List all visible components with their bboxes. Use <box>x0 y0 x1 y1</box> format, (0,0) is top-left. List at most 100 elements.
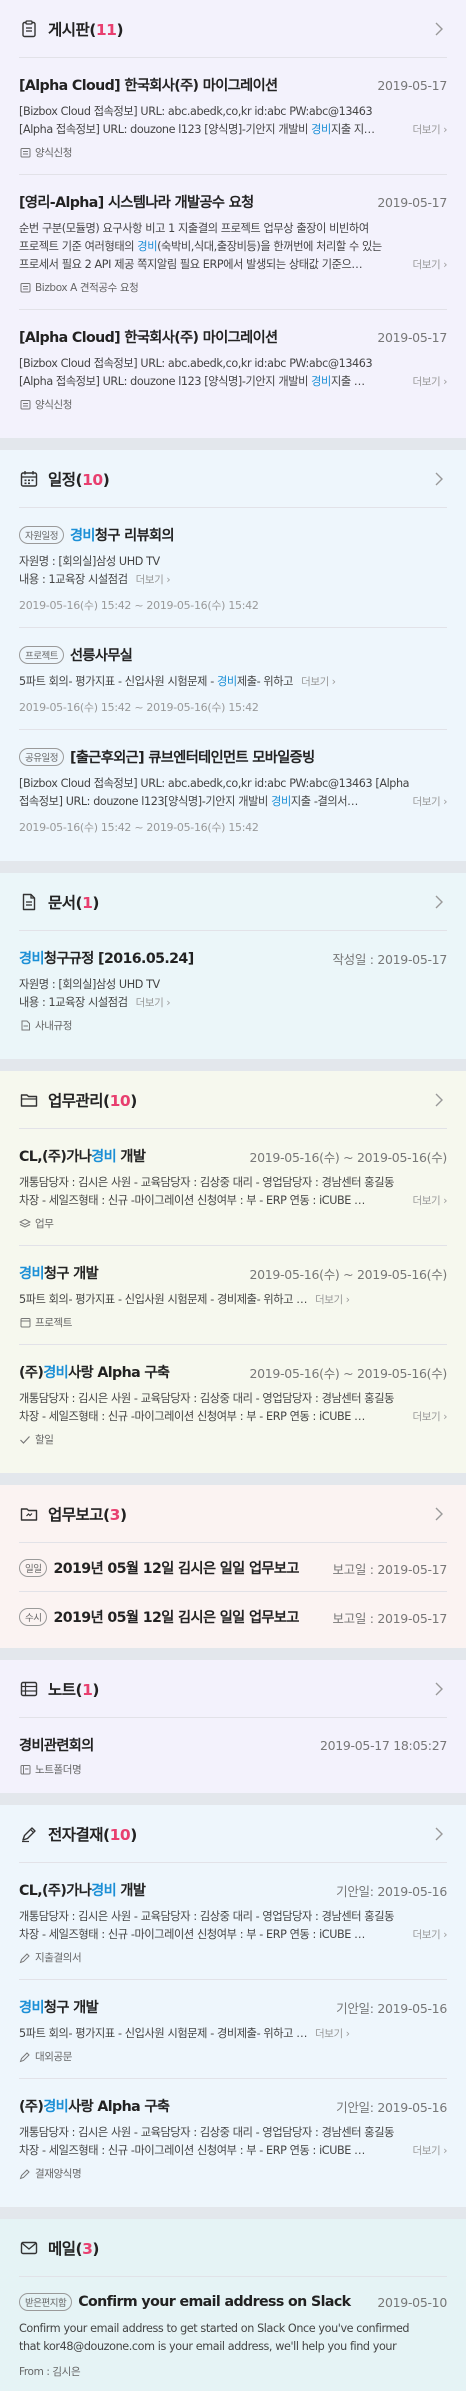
schedule-item[interactable]: 프로젝트 선릉사무실 5파트 회의- 평가지표 - 신입사원 시험문제 - 경비… <box>19 628 447 730</box>
report-item[interactable]: 수시 2019년 05월 12일 김시은 일일 업무보고 보고일 : 2019-… <box>19 1592 447 1636</box>
approval-item[interactable]: CL,(주)가나경비 개발 기안일: 2019-05-16 개통담당자 : 김시… <box>19 1863 447 1980</box>
section-title: 메일(3) <box>48 2239 100 2258</box>
post-category: Bizbox A 견적공수 요청 <box>19 280 447 295</box>
work-snippet: 5파트 회의- 평가지표 - 신입사원 시험문제 - 경비제출- 위하고 … <box>19 1293 307 1306</box>
more-link[interactable]: 더보기 › <box>412 1926 447 1944</box>
chevron-right-icon[interactable] <box>431 471 447 487</box>
schedule-resource: 자원명 : [회의실]삼성 UHD TV <box>19 555 160 568</box>
report-header[interactable]: 업무보고(3) <box>19 1485 447 1543</box>
more-link[interactable]: 더보기 › <box>412 793 447 811</box>
pen-small-icon <box>19 2168 31 2180</box>
board-post[interactable]: [영리-Alpha] 시스템나라 개발공수 요청 2019-05-17 순번 구… <box>19 175 447 310</box>
chevron-right-icon[interactable] <box>431 21 447 37</box>
note-item[interactable]: 경비관련회의 2019-05-17 18:05:27 노트폴더명 <box>19 1718 447 1781</box>
more-link[interactable]: 더보기 › <box>136 574 171 586</box>
work-title[interactable]: CL,(주)가나경비 개발 <box>19 1146 241 1166</box>
list-icon <box>19 1679 39 1699</box>
post-title[interactable]: [Alpha Cloud] 한국회사(주) 마이그레이션 <box>19 327 369 347</box>
more-link[interactable]: 더보기 › <box>412 1408 447 1426</box>
schedule-date-range: 2019-05-16(수) 15:42 ~ 2019-05-16(수) 15:4… <box>19 599 259 612</box>
work-date-range: 2019-05-16(수) ~ 2019-05-16(수) <box>249 1266 447 1282</box>
schedule-date-range: 2019-05-16(수) 15:42 ~ 2019-05-16(수) 15:4… <box>19 821 259 834</box>
note-header[interactable]: 노트(1) <box>19 1660 447 1718</box>
note-folder: 노트폴더명 <box>19 1762 447 1777</box>
work-title[interactable]: (주)경비사랑 Alpha 구축 <box>19 1362 241 1382</box>
approval-title[interactable]: 경비청구 개발 <box>19 1997 328 2017</box>
more-link[interactable]: 더보기 › <box>315 1294 350 1306</box>
chevron-right-icon[interactable] <box>431 894 447 910</box>
schedule-type-badge: 자원일정 <box>19 526 64 544</box>
chevron-right-icon[interactable] <box>431 1506 447 1522</box>
layers-icon <box>19 1218 31 1230</box>
post-title[interactable]: [영리-Alpha] 시스템나라 개발공수 요청 <box>19 192 369 212</box>
note-title[interactable]: 경비관련회의 <box>19 1735 312 1755</box>
docs-header[interactable]: 문서(1) <box>19 873 447 931</box>
more-link[interactable]: 더보기 › <box>301 676 336 688</box>
more-link[interactable]: 더보기 › <box>412 373 447 391</box>
work-header[interactable]: 업무관리(10) <box>19 1071 447 1129</box>
more-link[interactable]: 더보기 › <box>315 2028 350 2040</box>
board-post[interactable]: [Alpha Cloud] 한국회사(주) 마이그레이션 2019-05-17 … <box>19 310 447 426</box>
document-date: 작성일 : 2019-05-17 <box>332 951 447 967</box>
mail-header[interactable]: 메일(3) <box>19 2219 447 2277</box>
document-icon <box>19 892 39 912</box>
docs-section: 문서(1) 경비청구규정 [2016.05.24] 작성일 : 2019-05-… <box>0 873 466 1059</box>
work-item[interactable]: (주)경비사랑 Alpha 구축 2019-05-16(수) ~ 2019-05… <box>19 1345 447 1461</box>
schedule-type-badge: 공유일정 <box>19 748 64 766</box>
approval-form: 결재양식명 <box>19 2166 447 2181</box>
project-icon <box>19 1317 31 1329</box>
approval-item[interactable]: (주)경비사랑 Alpha 구축 기안일: 2019-05-16 개통담당자 :… <box>19 2079 447 2195</box>
post-title[interactable]: [Alpha Cloud] 한국회사(주) 마이그레이션 <box>19 75 369 95</box>
board-section: 게시판(11) [Alpha Cloud] 한국회사(주) 마이그레이션 201… <box>0 0 466 438</box>
schedule-header[interactable]: 일정(10) <box>19 450 447 508</box>
approval-title[interactable]: (주)경비사랑 Alpha 구축 <box>19 2096 328 2116</box>
work-item[interactable]: 경비청구 개발 2019-05-16(수) ~ 2019-05-16(수) 5파… <box>19 1246 447 1345</box>
schedule-title[interactable]: 선릉사무실 <box>70 645 447 665</box>
approval-snippet: 5파트 회의- 평가지표 - 신입사원 시험문제 - 경비제출- 위하고 … <box>19 2027 307 2040</box>
schedule-section: 일정(10) 자원일정 경비청구 리뷰회의 자원명 : [회의실]삼성 UHD … <box>0 450 466 861</box>
document-category: 사내규정 <box>19 1018 447 1033</box>
schedule-item[interactable]: 공유일정 [출근후외근] 큐브엔터테인먼트 모바일증빙 [Bizbox Clou… <box>19 730 447 849</box>
more-link[interactable]: 더보기 › <box>412 2142 447 2160</box>
schedule-item[interactable]: 자원일정 경비청구 리뷰회의 자원명 : [회의실]삼성 UHD TV 내용 :… <box>19 508 447 628</box>
document-title[interactable]: 경비청구규정 [2016.05.24] <box>19 948 324 968</box>
note-date: 2019-05-17 18:05:27 <box>319 1737 447 1753</box>
work-date-range: 2019-05-16(수) ~ 2019-05-16(수) <box>249 1149 447 1165</box>
post-category: 양식신청 <box>19 397 447 412</box>
mail-item[interactable]: 받은편지함 Confirm your email address on Slac… <box>19 2277 447 2379</box>
work-title[interactable]: 경비청구 개발 <box>19 1263 241 1283</box>
document-snippet: 자원명 : [회의실]삼성 UHD TV <box>19 978 160 991</box>
report-title[interactable]: 2019년 05월 12일 김시은 일일 업무보고 <box>53 1558 324 1578</box>
approval-snippet: 차장 - 세일즈형태 : 신규 -마이그레이션 신청여부 : 부 - ERP 연… <box>19 2144 365 2157</box>
chevron-right-icon[interactable] <box>431 1092 447 1108</box>
board-header[interactable]: 게시판(11) <box>19 0 447 58</box>
report-title[interactable]: 2019년 05월 12일 김시은 일일 업무보고 <box>53 1607 324 1627</box>
post-category: 양식신청 <box>19 145 447 160</box>
post-date: 2019-05-17 <box>377 194 447 210</box>
chevron-right-icon[interactable] <box>431 1826 447 1842</box>
report-item[interactable]: 일일 2019년 05월 12일 김시은 일일 업무보고 보고일 : 2019-… <box>19 1543 447 1592</box>
mail-subject[interactable]: Confirm your email address on Slack <box>78 2294 369 2310</box>
chevron-right-icon[interactable] <box>431 1681 447 1697</box>
more-link[interactable]: 더보기 › <box>412 1192 447 1210</box>
more-link[interactable]: 더보기 › <box>412 256 447 274</box>
approval-header[interactable]: 전자결재(10) <box>19 1805 447 1863</box>
schedule-content: [Bizbox Cloud 접속정보] URL: abc.abedk,co,kr… <box>19 777 410 790</box>
mail-snippet: that kor48@douzone.com is your email add… <box>19 2340 397 2353</box>
work-item[interactable]: CL,(주)가나경비 개발 2019-05-16(수) ~ 2019-05-16… <box>19 1129 447 1246</box>
schedule-title[interactable]: [출근후외근] 큐브엔터테인먼트 모바일증빙 <box>70 747 447 767</box>
report-type-badge: 일일 <box>19 1559 48 1577</box>
document-item[interactable]: 경비청구규정 [2016.05.24] 작성일 : 2019-05-17 자원명… <box>19 931 447 1047</box>
schedule-title[interactable]: 경비청구 리뷰회의 <box>70 525 447 545</box>
approval-snippet: 개통담당자 : 김시은 사원 - 교육담당자 : 김상중 대리 - 영업담당자 … <box>19 2126 394 2139</box>
more-link[interactable]: 더보기 › <box>136 997 171 1009</box>
check-icon <box>19 1434 31 1446</box>
form-icon <box>19 147 31 159</box>
approval-title[interactable]: CL,(주)가나경비 개발 <box>19 1880 328 1900</box>
more-link[interactable]: 더보기 › <box>412 121 447 139</box>
work-snippet: 개통담당자 : 김시은 사원 - 교육담당자 : 김상중 대리 - 영업담당자 … <box>19 1392 394 1405</box>
schedule-type-badge: 프로젝트 <box>19 646 64 664</box>
board-post[interactable]: [Alpha Cloud] 한국회사(주) 마이그레이션 2019-05-17 … <box>19 58 447 175</box>
approval-item[interactable]: 경비청구 개발 기안일: 2019-05-16 5파트 회의- 평가지표 - 신… <box>19 1980 447 2079</box>
report-date: 보고일 : 2019-05-17 <box>332 1610 447 1626</box>
